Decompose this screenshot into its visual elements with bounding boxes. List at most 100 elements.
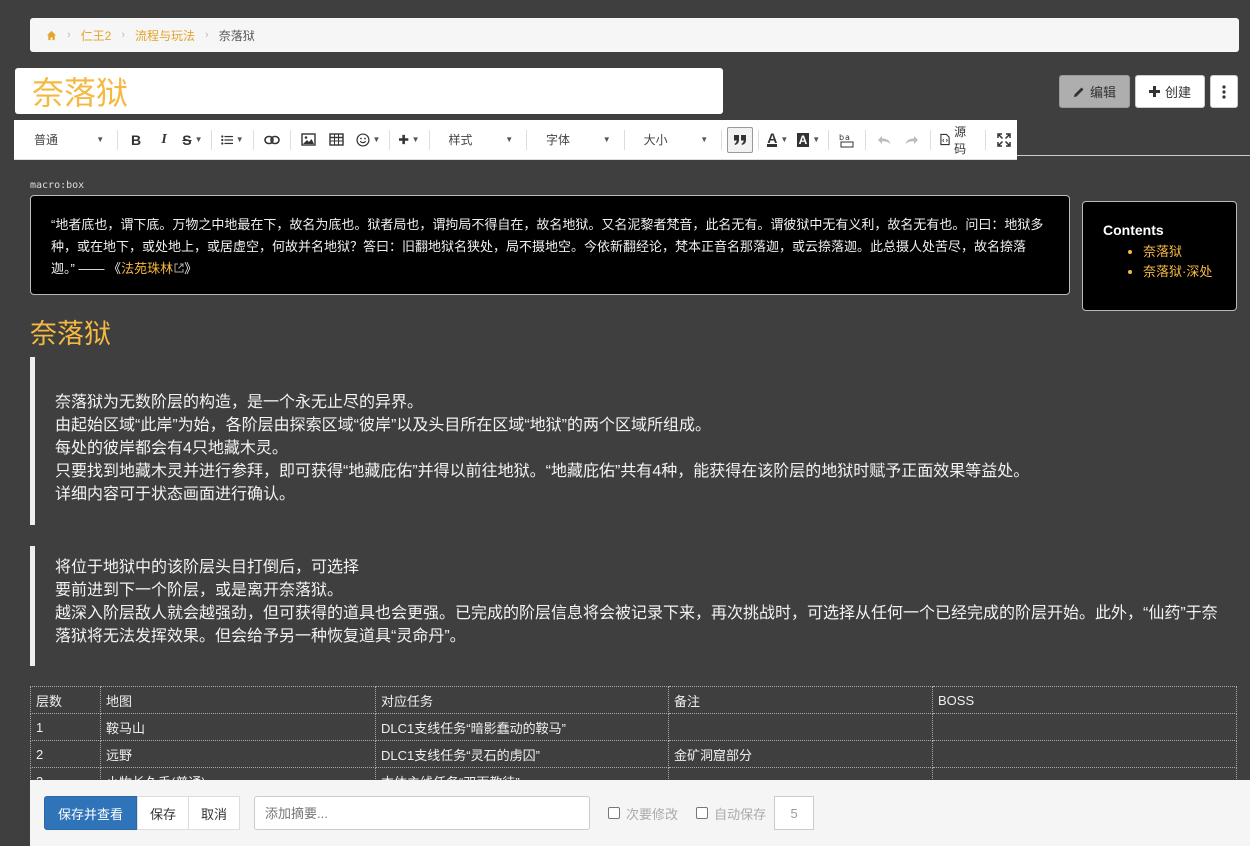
quote-icon bbox=[734, 134, 747, 145]
vertical-ellipsis-icon bbox=[1222, 84, 1226, 99]
autosave-checkbox[interactable] bbox=[696, 807, 709, 819]
remove-format-button[interactable]: ba bbox=[834, 127, 860, 153]
floor-table-wrapper: 层数 地图 对应任务 备注 BOSS 1 鞍马山 DLC1支线任务“暗影蠢动的鞍… bbox=[30, 686, 1237, 780]
table-cell bbox=[668, 767, 933, 780]
plus-icon bbox=[399, 134, 409, 145]
paragraph-line: 详细内容可于状态画面进行确认。 bbox=[55, 486, 296, 503]
quote-source-link[interactable]: 法苑珠林 bbox=[121, 261, 184, 276]
editor-toolbar: 普通 ▼ B I S ▼ ▼ ▼ ▼ 样式 ▼ 字体 ▼ 大小 ▼ A ▼ A ▼ bbox=[14, 120, 1017, 160]
table-cell: 鞍马山 bbox=[100, 713, 376, 741]
blockquote-button[interactable] bbox=[727, 126, 754, 153]
paragraph-line: 奈落狱为无数阶层的构造，是一个永无止尽的异界。 bbox=[55, 394, 424, 411]
summary-input[interactable] bbox=[254, 796, 591, 830]
save-button[interactable]: 保存 bbox=[137, 796, 190, 830]
breadcrumb-separator: › bbox=[67, 29, 71, 41]
toolbar-divider bbox=[985, 129, 986, 150]
table-cell: 2 bbox=[30, 740, 101, 768]
table-cell: 1 bbox=[30, 713, 101, 741]
toolbar-divider bbox=[428, 129, 430, 150]
text-color-icon: A bbox=[767, 130, 778, 147]
pencil-icon bbox=[1073, 87, 1084, 97]
table-of-contents: Contents 奈落狱 奈落狱·深处 bbox=[1082, 201, 1237, 311]
undo-button[interactable] bbox=[871, 127, 897, 153]
toc-item[interactable]: 奈落狱 bbox=[1143, 242, 1236, 262]
save-bar: 保存并查看 保存 取消 次要修改 自动保存 5 bbox=[30, 780, 1250, 846]
toc-title: Contents bbox=[1103, 222, 1164, 238]
smiley-icon bbox=[355, 132, 370, 147]
toolbar-divider bbox=[252, 129, 254, 150]
toolbar-divider bbox=[865, 129, 867, 150]
home-icon[interactable] bbox=[46, 30, 57, 41]
table-cell bbox=[932, 767, 1237, 780]
table-cell: 小牧长久手(普通) bbox=[100, 767, 376, 780]
minor-edit-checkbox[interactable] bbox=[608, 807, 621, 819]
list-icon bbox=[220, 134, 233, 145]
styles-select[interactable]: 样式 ▼ bbox=[435, 127, 522, 153]
table-icon bbox=[329, 133, 344, 146]
image-button[interactable] bbox=[296, 127, 322, 153]
toc-list: 奈落狱 奈落狱·深处 bbox=[1103, 242, 1236, 282]
cancel-button[interactable]: 取消 bbox=[189, 796, 241, 830]
fullscreen-button[interactable] bbox=[991, 127, 1017, 153]
caret-down-icon: ▼ bbox=[505, 135, 514, 144]
toolbar-divider bbox=[526, 129, 528, 150]
save-and-view-button[interactable]: 保存并查看 bbox=[44, 796, 138, 830]
caret-down-icon: ▼ bbox=[812, 135, 821, 144]
italic-button[interactable]: I bbox=[151, 127, 177, 153]
autosave-interval-input[interactable]: 5 bbox=[774, 796, 815, 830]
edit-label: 编辑 bbox=[1089, 85, 1116, 100]
remove-format-icon: ba bbox=[839, 133, 854, 147]
insert-button[interactable]: ▼ bbox=[395, 127, 423, 153]
autosave-option[interactable]: 自动保存 bbox=[696, 804, 766, 823]
table-button[interactable] bbox=[324, 127, 350, 153]
breadcrumb-current: 奈落狱 bbox=[218, 28, 255, 43]
paragraph-line: 只要找到地藏木灵并进行参拜，即可获得“地藏庇佑”并得以前往地狱。“地藏庇佑”共有… bbox=[55, 463, 1030, 480]
create-label: 创建 bbox=[1164, 85, 1191, 100]
caret-down-icon: ▼ bbox=[411, 135, 420, 144]
emoji-button[interactable]: ▼ bbox=[352, 127, 385, 153]
table-header-row: 层数 地图 对应任务 备注 BOSS bbox=[30, 686, 1237, 714]
strikethrough-icon: S bbox=[182, 131, 192, 148]
paragraph-line: 每处的彼岸都会有4只地藏木灵。 bbox=[55, 440, 288, 457]
strikethrough-button[interactable]: S ▼ bbox=[179, 127, 206, 153]
more-options-button[interactable] bbox=[1210, 75, 1238, 108]
edit-button[interactable]: 编辑 bbox=[1059, 75, 1130, 108]
bold-button[interactable]: B bbox=[123, 127, 149, 153]
text-color-button[interactable]: A ▼ bbox=[764, 127, 791, 153]
caret-down-icon: ▼ bbox=[235, 135, 244, 144]
source-file-icon bbox=[940, 133, 950, 146]
breadcrumb-separator: › bbox=[121, 29, 126, 41]
breadcrumb-separator: › bbox=[205, 29, 209, 41]
caret-down-icon: ▼ bbox=[372, 135, 381, 144]
caret-down-icon: ▼ bbox=[602, 135, 611, 144]
table-cell bbox=[932, 713, 1237, 741]
toolbar-divider bbox=[828, 129, 830, 150]
quote-source-label: 法苑珠林 bbox=[121, 261, 174, 276]
floor-table: 层数 地图 对应任务 备注 BOSS 1 鞍马山 DLC1支线任务“暗影蠢动的鞍… bbox=[30, 686, 1237, 780]
toc-item[interactable]: 奈落狱·深处 bbox=[1143, 262, 1236, 282]
redo-button[interactable] bbox=[899, 127, 925, 153]
breadcrumb-link-category[interactable]: 流程与玩法 bbox=[135, 27, 195, 44]
paragraph-line: 越深入阶层敌人就会越强劲，但可获得的道具也会更强。已完成的阶层信息将会被记录下来… bbox=[55, 605, 1218, 645]
size-label: 大小 bbox=[643, 133, 668, 147]
table-cell: 本体主线任务“双面教徒” bbox=[375, 767, 669, 780]
minor-edit-option[interactable]: 次要修改 bbox=[608, 804, 678, 823]
table-cell: 3 bbox=[30, 767, 101, 780]
source-button[interactable]: 源码 bbox=[936, 125, 980, 156]
list-button[interactable]: ▼ bbox=[217, 127, 248, 153]
size-select[interactable]: 大小 ▼ bbox=[630, 127, 717, 153]
paragraph-format-select[interactable]: 普通 ▼ bbox=[20, 127, 112, 153]
toolbar-underline bbox=[1017, 155, 1250, 156]
quote-text: “地者底也，谓下底。万物之中地最在下，故名为底也。狱者局也，谓拘局不得自在，故名… bbox=[51, 217, 1044, 276]
toolbar-divider bbox=[389, 129, 391, 150]
font-select[interactable]: 字体 ▼ bbox=[532, 127, 619, 153]
font-label: 字体 bbox=[546, 133, 571, 147]
redo-icon bbox=[906, 135, 919, 144]
breadcrumb-link-game[interactable]: 仁王2 bbox=[81, 27, 112, 44]
create-button[interactable]: 创建 bbox=[1135, 75, 1205, 108]
page-title-input[interactable] bbox=[30, 71, 723, 111]
svg-text:a: a bbox=[845, 133, 850, 142]
background-color-button[interactable]: A ▼ bbox=[794, 127, 824, 153]
blockquote-boss: 将位于地狱中的该阶层头目打倒后，可选择 要前进到下一个阶层，或是离开奈落狱。 越… bbox=[30, 546, 1220, 666]
link-button[interactable] bbox=[259, 127, 285, 153]
